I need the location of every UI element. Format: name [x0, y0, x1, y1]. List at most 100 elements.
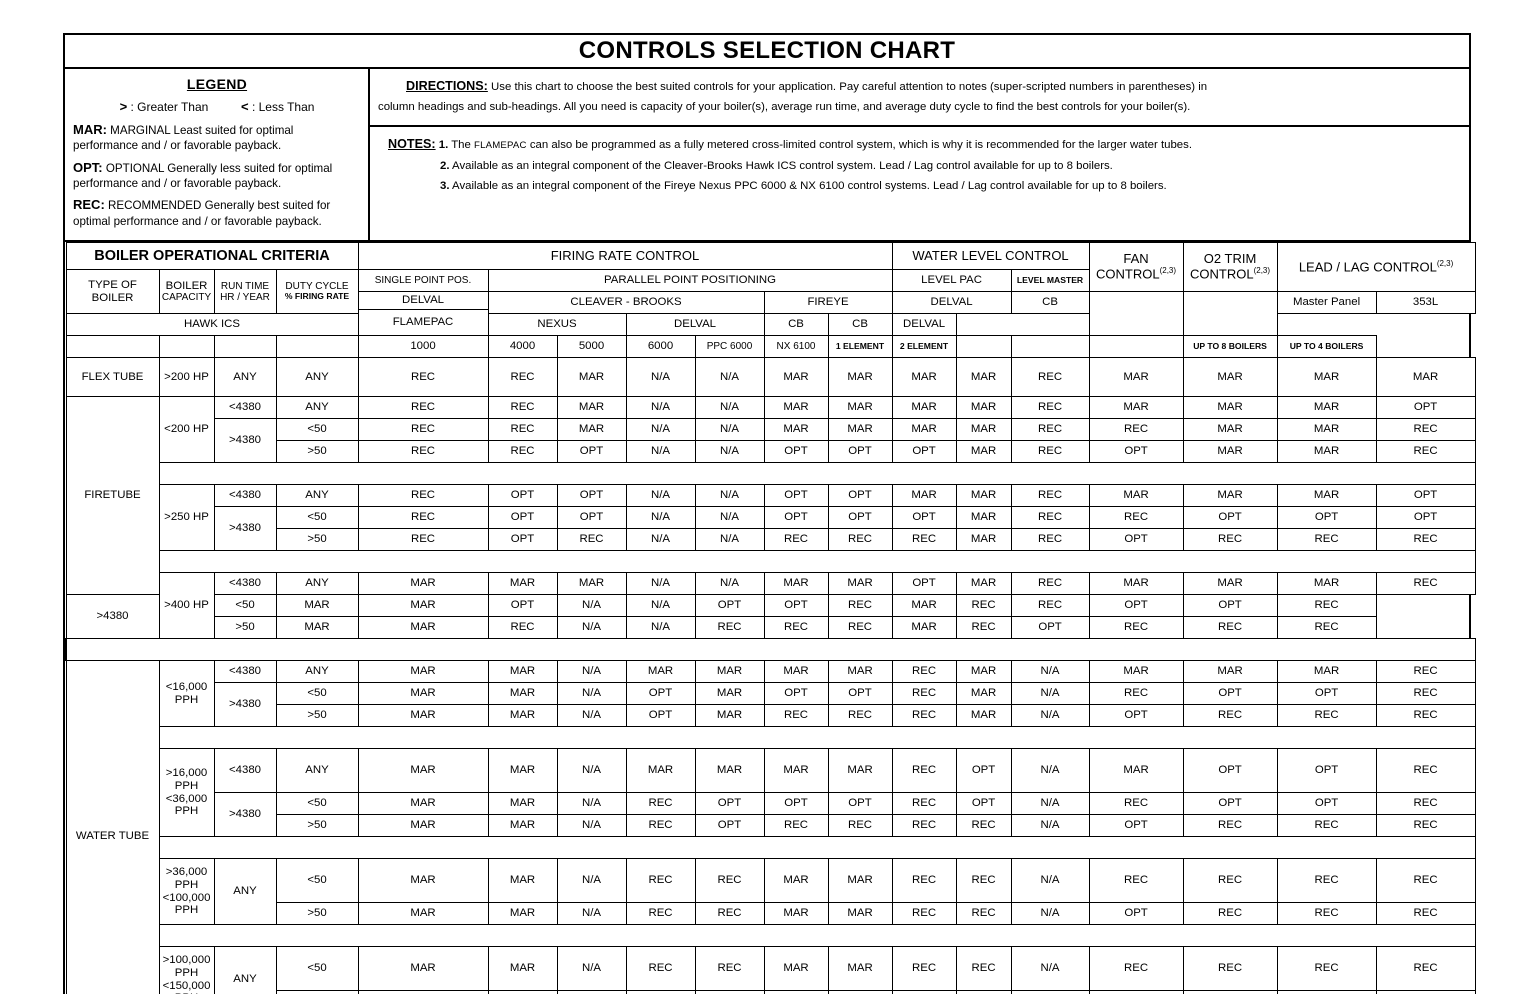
cell-duty: >50	[275, 440, 359, 464]
cell-duty: <50	[275, 418, 359, 442]
cell-type: FIRETUBE	[65, 396, 160, 596]
cell-value: N/A	[556, 704, 627, 728]
cell-value: REC	[955, 858, 1012, 904]
note-1-brand: FLAMEPAC	[474, 140, 527, 152]
cell-capacity-line3: <36,000	[165, 792, 208, 805]
cell-duty: <50	[275, 506, 359, 530]
cell-runtime: <4380	[213, 660, 277, 684]
directions-label: DIRECTIONS:	[406, 79, 488, 94]
cell-value: REC	[955, 814, 1012, 838]
cell-value: N/A	[1010, 660, 1090, 684]
separator-row	[66, 462, 1476, 486]
cell-value: OPT	[1088, 704, 1184, 728]
cell-value: MAR	[357, 902, 489, 926]
cell-value: OPT	[1088, 594, 1184, 618]
cell-value: REC	[487, 440, 558, 464]
cell-value: OPT	[694, 792, 765, 816]
directions-line-1: Use this chart to choose the best suited…	[491, 81, 1208, 94]
header-lead-lag-control: LEAD / LAG CONTROL(2,3)	[1276, 242, 1476, 293]
table-row: >36,000 PPH <100,000 PPH ANY <50 MAR MAR…	[66, 858, 1476, 926]
cell-value: REC	[1010, 506, 1090, 530]
header-nexus: NEXUS	[487, 313, 627, 337]
cell-value: MAR	[1182, 418, 1278, 442]
cell-value: REC	[1182, 616, 1278, 640]
cell-value: MAR	[694, 704, 765, 728]
cell-value: N/A	[625, 594, 696, 618]
cell-value: MAR	[955, 396, 1012, 420]
cell-value: REC	[1010, 396, 1090, 420]
cell-duty: ANY	[275, 572, 359, 596]
cell-value: MAR	[487, 660, 558, 684]
cell-value: REC	[955, 946, 1012, 992]
header-hawk-4000: 4000	[487, 335, 558, 359]
cell-value: MAR	[556, 396, 627, 420]
cell-value: MAR	[694, 682, 765, 706]
cell-value: MAR	[357, 748, 489, 794]
cell-value: MAR	[1088, 572, 1184, 596]
header-o2-trim-control: O2 TRIM CONTROL(2,3)	[1182, 242, 1278, 293]
cell-value: N/A	[625, 484, 696, 508]
cell-value: MAR	[955, 572, 1012, 596]
header-run-time-label: RUN TIME	[220, 280, 270, 292]
cell-runtime: >4380	[213, 418, 277, 464]
header-cb-master-panel: CB	[827, 313, 893, 337]
cell-value: N/A	[625, 572, 696, 596]
cell-value: MAR	[763, 902, 829, 926]
cell-value: OPT	[694, 594, 765, 618]
cell-duty: >50	[275, 704, 359, 728]
cell-value: MAR	[763, 572, 829, 596]
cell-value: N/A	[1010, 946, 1090, 992]
cell-value: OPT	[827, 484, 893, 508]
cell-value: REC	[357, 506, 489, 530]
hatched-separator	[158, 726, 1476, 750]
cell-value: MAR	[955, 528, 1012, 552]
cell-capacity: >100,000 PPH <150,000 PPH	[158, 946, 215, 994]
cell-capacity-line4: PPH	[174, 904, 199, 917]
header-boiler-capacity: BOILER CAPACITY	[158, 269, 215, 315]
cell-value: REC	[1088, 506, 1184, 530]
cell-value: OPT	[1182, 682, 1278, 706]
directions-panel: DIRECTIONS: Use this chart to choose the…	[370, 69, 1469, 128]
cell-value: MAR	[891, 418, 957, 442]
cell-value: MAR	[556, 357, 627, 398]
cell-value: MAR	[955, 440, 1012, 464]
separator-row	[66, 924, 1476, 948]
cell-value: N/A	[694, 506, 765, 530]
cell-value: MAR	[1276, 396, 1377, 420]
legend-heading: LEGEND	[186, 76, 248, 93]
cell-capacity-line1: >100,000	[162, 954, 211, 967]
cell-value: MAR	[1182, 572, 1278, 596]
table-row: >400 HP <4380 ANY MAR MAR MAR N/A N/A MAR M…	[66, 572, 1476, 640]
cell-value: MAR	[955, 682, 1012, 706]
cell-value: MAR	[694, 660, 765, 684]
cell-value: MAR	[1182, 396, 1278, 420]
cell-value: OPT	[891, 440, 957, 464]
cell-value: MAR	[891, 357, 957, 398]
cell-value: MAR	[1276, 357, 1377, 398]
cell-value: REC	[891, 814, 957, 838]
cell-value: MAR	[1088, 748, 1184, 794]
cell-value: N/A	[1010, 748, 1090, 794]
cell-duty: ANY	[275, 357, 359, 398]
cell-capacity-line2: PPH	[174, 779, 199, 792]
cell-value: N/A	[1010, 858, 1090, 904]
cell-value: MAR	[891, 484, 957, 508]
cell-value: N/A	[694, 484, 765, 508]
cell-value: OPT	[625, 704, 696, 728]
cell-value: MAR	[487, 858, 558, 904]
cell-value: REC	[1375, 440, 1476, 464]
header-row-5: 1000 4000 5000 6000 PPC 6000 NX 6100 1 E…	[65, 335, 1475, 359]
cell-value: N/A	[625, 616, 696, 640]
o2-trim-superscript: (2,3)	[1253, 266, 1271, 276]
cell-value: N/A	[556, 748, 627, 794]
cell-value: REC	[625, 858, 696, 904]
cell-value: MAR	[357, 682, 489, 706]
cell-value: REC	[1375, 528, 1476, 552]
cell-value: OPT	[1182, 792, 1278, 816]
cell-value: OPT	[763, 484, 829, 508]
header-delval-flamepac: DELVAL FLAMEPAC	[357, 291, 489, 337]
table-row: >4380 <50 REC REC MAR N/A N/A MAR MAR MAR MA…	[66, 418, 1476, 464]
header-firing-rate-control: FIRING RATE CONTROL	[357, 242, 893, 271]
cell-value: REC	[357, 357, 489, 398]
header-fan-control: FAN CONTROL(2,3)	[1088, 242, 1184, 293]
